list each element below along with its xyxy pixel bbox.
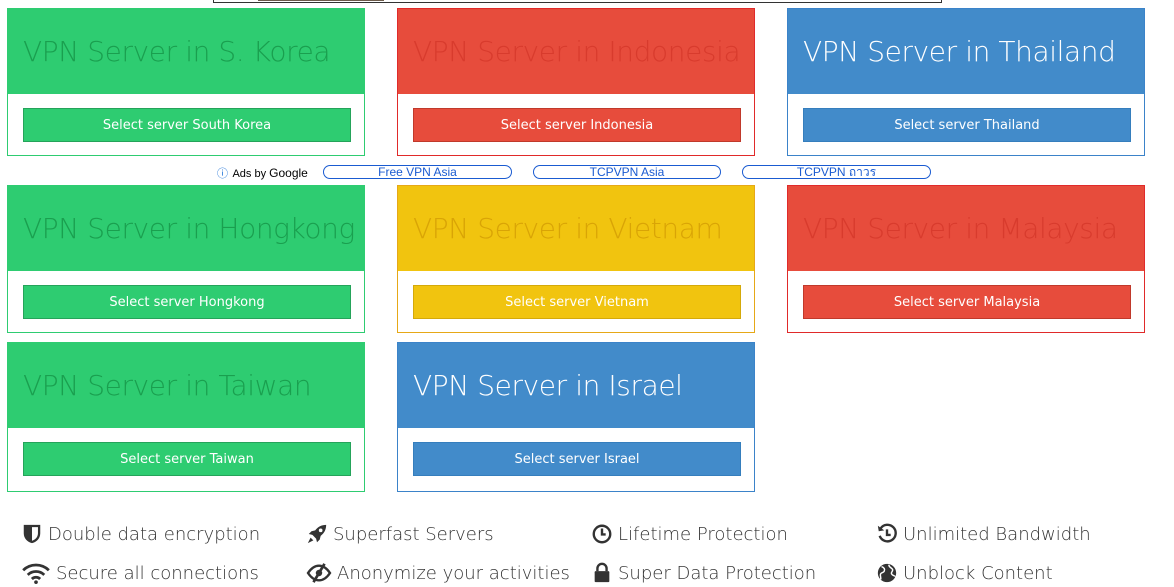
ad-link-free-vpn-asia[interactable]: Free VPN Asia: [323, 165, 512, 179]
select-server-thailand-button[interactable]: Select server Thailand: [803, 108, 1131, 142]
server-card-taiwan: VPN Server in Taiwan Select server Taiwa…: [7, 342, 365, 492]
feature-label: Superfast Servers: [333, 523, 494, 545]
card-header: VPN Server in Vietnam: [398, 186, 754, 271]
feature-anonymize-activities: Anonymize your activities: [305, 562, 570, 584]
wifi-icon: [20, 562, 52, 584]
shield-icon: [20, 523, 44, 545]
card-header: VPN Server in S. Korea: [8, 9, 364, 94]
card-title: VPN Server in S. Korea: [23, 35, 331, 68]
card-header: VPN Server in Israel: [398, 343, 754, 428]
card-title: VPN Server in Israel: [413, 369, 683, 402]
select-server-hongkong-button[interactable]: Select server Hongkong: [23, 285, 351, 319]
eye-slash-icon: [305, 562, 333, 584]
feature-label: Secure all connections: [56, 562, 259, 584]
ad-links-bar: ⓘ Ads by Google Free VPN Asia TCPVPN Asi…: [0, 164, 1174, 181]
feature-label: Super Data Protection: [618, 562, 817, 584]
server-card-israel: VPN Server in Israel Select server Israe…: [397, 342, 755, 492]
card-title: VPN Server in Vietnam: [413, 212, 723, 245]
server-card-hongkong: VPN Server in Hongkong Select server Hon…: [7, 185, 365, 333]
card-title: VPN Server in Indonesia: [413, 35, 741, 68]
feature-unlimited-bandwidth: Unlimited Bandwidth: [875, 523, 1091, 545]
server-card-south-korea: VPN Server in S. Korea Select server Sou…: [7, 8, 365, 156]
card-title: VPN Server in Hongkong: [23, 212, 355, 245]
feature-lifetime-protection: Lifetime Protection: [590, 523, 788, 545]
card-header: VPN Server in Thailand: [788, 9, 1144, 94]
server-card-malaysia: VPN Server in Malaysia Select server Mal…: [787, 185, 1145, 333]
card-header: VPN Server in Taiwan: [8, 343, 364, 428]
server-card-vietnam: VPN Server in Vietnam Select server Viet…: [397, 185, 755, 333]
server-card-thailand: VPN Server in Thailand Select server Tha…: [787, 8, 1145, 156]
globe-icon: [875, 562, 899, 584]
feature-label: Unblock Content: [903, 562, 1053, 584]
select-server-taiwan-button[interactable]: Select server Taiwan: [23, 442, 351, 476]
ads-by-google-label[interactable]: ⓘ Ads by Google: [217, 165, 308, 181]
feature-label: Double data encryption: [48, 523, 261, 545]
feature-secure-connections: Secure all connections: [20, 562, 259, 584]
card-header: VPN Server in Hongkong: [8, 186, 364, 271]
ad-link-tcpvpn-thai[interactable]: TCPVPN ถาวร: [742, 165, 931, 179]
banner-image: [258, 0, 384, 1]
feature-double-encryption: Double data encryption: [20, 523, 260, 545]
card-header: VPN Server in Indonesia: [398, 9, 754, 94]
select-server-south-korea-button[interactable]: Select server South Korea: [23, 108, 351, 142]
rocket-icon: [305, 523, 329, 545]
lock-icon: [590, 562, 614, 584]
feature-label: Anonymize your activities: [337, 562, 570, 584]
feature-superfast-servers: Superfast Servers: [305, 523, 494, 545]
card-title: VPN Server in Malaysia: [803, 212, 1118, 245]
card-title: VPN Server in Thailand: [803, 35, 1116, 68]
ad-link-tcpvpn-asia[interactable]: TCPVPN Asia: [533, 165, 721, 179]
feature-label: Lifetime Protection: [618, 523, 788, 545]
top-ad-banner[interactable]: [213, 0, 942, 3]
history-icon: [875, 523, 899, 545]
select-server-indonesia-button[interactable]: Select server Indonesia: [413, 108, 741, 142]
feature-unblock-content: Unblock Content: [875, 562, 1053, 584]
card-title: VPN Server in Taiwan: [23, 369, 312, 402]
card-header: VPN Server in Malaysia: [788, 186, 1144, 271]
info-icon: ⓘ: [217, 168, 228, 180]
select-server-vietnam-button[interactable]: Select server Vietnam: [413, 285, 741, 319]
clock-icon: [590, 523, 614, 545]
select-server-malaysia-button[interactable]: Select server Malaysia: [803, 285, 1131, 319]
feature-super-data-protection: Super Data Protection: [590, 562, 816, 584]
feature-label: Unlimited Bandwidth: [903, 523, 1091, 545]
select-server-israel-button[interactable]: Select server Israel: [413, 442, 741, 476]
server-card-indonesia: VPN Server in Indonesia Select server In…: [397, 8, 755, 156]
